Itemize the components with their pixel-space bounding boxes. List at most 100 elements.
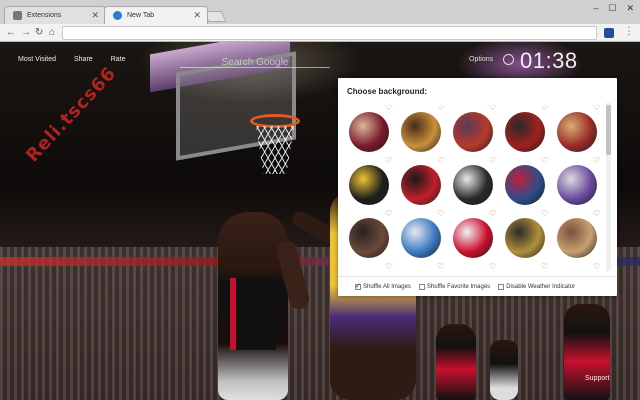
thumbnail-item[interactable]: ♡ <box>450 263 502 270</box>
thumbnail-item[interactable]: ♡ <box>502 105 554 153</box>
tab-label: Extensions <box>27 12 62 19</box>
watermark-text: Reli.tscs66 <box>22 62 121 167</box>
panel-title: Choose background: <box>347 87 428 96</box>
option-shuffle-all[interactable]: Shuffle All Images <box>355 282 411 290</box>
scrollbar-thumb[interactable] <box>606 105 611 155</box>
thumbnail-item[interactable]: ♡ <box>450 157 502 206</box>
checkbox-shuffle-favorite[interactable] <box>418 284 425 290</box>
reload-icon[interactable]: ↻ <box>35 27 43 39</box>
favorite-heart-icon[interactable]: ♡ <box>385 157 392 165</box>
thumbnail-item[interactable]: ♡ <box>398 263 450 270</box>
puzzle-icon <box>13 11 22 20</box>
top-nav: Most Visited Share Rate <box>18 56 125 63</box>
favorite-heart-icon[interactable]: ♡ <box>593 105 600 112</box>
thumbnail-item[interactable]: ♡ <box>346 210 398 259</box>
new-tab-page: Reli.tscs66 Most Visited Share Rate Opti… <box>0 42 640 400</box>
background-thumbnail[interactable] <box>453 112 493 152</box>
most-visited-link[interactable]: Most Visited <box>18 56 56 63</box>
thumbnail-item[interactable]: ♡ <box>398 157 450 206</box>
support-link[interactable]: Support <box>585 375 610 382</box>
tab-new-tab[interactable]: New Tab ✕ <box>104 6 208 24</box>
close-window-icon[interactable]: ✕ <box>626 3 634 14</box>
rate-link[interactable]: Rate <box>111 56 126 63</box>
favorite-heart-icon[interactable]: ♡ <box>489 210 496 218</box>
address-bar[interactable] <box>62 26 597 40</box>
close-tab-icon[interactable]: ✕ <box>193 10 201 21</box>
thumbnail-item[interactable]: ♡ <box>398 105 450 153</box>
browser-chrome: Extensions ✕ New Tab ✕ – ☐ ✕ ← → ↻ ⌂ ⋮ <box>0 0 640 42</box>
background-thumbnail[interactable] <box>349 165 389 205</box>
extension-icon[interactable] <box>604 28 614 38</box>
minimize-icon[interactable]: – <box>593 3 598 14</box>
background-thumbnail[interactable] <box>557 112 597 152</box>
thumbnail-item[interactable]: ♡ <box>554 210 606 259</box>
thumbnail-item[interactable]: ♡ <box>554 157 606 206</box>
share-link[interactable]: Share <box>74 56 93 63</box>
favorite-heart-icon[interactable]: ♡ <box>541 105 548 112</box>
favorite-heart-icon[interactable]: ♡ <box>593 210 600 218</box>
background-thumbnail[interactable] <box>401 218 441 258</box>
thumbnail-item[interactable]: ♡ <box>346 157 398 206</box>
favorite-heart-icon[interactable]: ♡ <box>541 157 548 165</box>
search-input[interactable] <box>180 55 330 70</box>
option-shuffle-favorite[interactable]: Shuffle Favorite Images <box>418 284 490 290</box>
favorite-heart-icon[interactable]: ♡ <box>437 263 444 270</box>
maximize-icon[interactable]: ☐ <box>608 3 616 14</box>
tab-label: New Tab <box>127 12 155 19</box>
thumbnail-item[interactable]: ♡ <box>450 210 502 259</box>
thumbnail-item[interactable]: ♡ <box>346 263 398 270</box>
background-chooser-panel: Choose background: ♡ ♡ ♡ ♡ ♡ ♡ ♡ ♡ ♡ ♡ ♡ ♡ ♡ ♡ ♡ ♡ ♡ ♡ ♡ ♡ <box>338 78 617 296</box>
option-disable-weather[interactable]: Disable Weather Indicator <box>498 284 575 290</box>
background-thumbnail[interactable] <box>453 218 493 258</box>
background-photo-rim <box>250 114 300 128</box>
option-label: Disable Weather Indicator <box>506 284 576 290</box>
favorite-heart-icon[interactable]: ♡ <box>541 263 548 270</box>
favorite-heart-icon[interactable]: ♡ <box>489 157 496 165</box>
favorite-heart-icon[interactable]: ♡ <box>489 263 496 270</box>
background-thumbnail[interactable] <box>401 112 441 152</box>
close-tab-icon[interactable]: ✕ <box>91 10 99 21</box>
favorite-heart-icon[interactable]: ♡ <box>437 157 444 165</box>
thumbnail-item[interactable]: ♡ <box>346 105 398 153</box>
favorite-heart-icon[interactable]: ♡ <box>385 263 392 270</box>
clock: 01:38 <box>520 48 578 73</box>
favorite-heart-icon[interactable]: ♡ <box>593 157 600 165</box>
favorite-heart-icon[interactable]: ♡ <box>385 105 392 112</box>
home-icon[interactable]: ⌂ <box>49 27 55 39</box>
favorite-heart-icon[interactable]: ♡ <box>437 210 444 218</box>
favorite-heart-icon[interactable]: ♡ <box>437 105 444 112</box>
favorite-heart-icon[interactable]: ♡ <box>385 210 392 218</box>
background-thumbnail[interactable] <box>505 165 545 205</box>
background-thumbnail[interactable] <box>453 165 493 205</box>
background-thumbnail[interactable] <box>505 112 545 152</box>
background-thumbnail[interactable] <box>401 165 441 205</box>
options-link[interactable]: Options <box>469 56 493 63</box>
background-thumbnail[interactable] <box>557 218 597 258</box>
background-thumbnail[interactable] <box>505 218 545 258</box>
favorite-heart-icon[interactable]: ♡ <box>489 105 496 112</box>
favorite-heart-icon[interactable]: ♡ <box>541 210 548 218</box>
option-label: Shuffle All Images <box>363 284 411 290</box>
panel-scrollbar[interactable] <box>606 103 611 271</box>
tab-extensions[interactable]: Extensions ✕ <box>4 6 106 24</box>
background-thumbnail[interactable] <box>557 165 597 205</box>
background-thumbnail[interactable] <box>349 112 389 152</box>
thumbnail-item[interactable]: ♡ <box>398 210 450 259</box>
search-box <box>180 52 330 70</box>
checkbox-disable-weather[interactable] <box>498 284 505 290</box>
thumbnail-item[interactable]: ♡ <box>554 263 606 270</box>
menu-icon[interactable]: ⋮ <box>624 26 634 37</box>
weather-icon[interactable] <box>503 54 514 65</box>
forward-icon[interactable]: → <box>21 27 31 39</box>
checkbox-shuffle-all[interactable] <box>355 282 361 290</box>
thumbnail-item[interactable]: ♡ <box>554 105 606 153</box>
thumbnail-item[interactable]: ♡ <box>502 263 554 270</box>
favorite-heart-icon[interactable]: ♡ <box>593 263 600 270</box>
background-thumbnail[interactable] <box>349 218 389 258</box>
thumbnail-item[interactable]: ♡ <box>502 157 554 206</box>
background-photo-player <box>564 304 610 400</box>
thumbnail-item[interactable]: ♡ <box>450 105 502 153</box>
back-icon[interactable]: ← <box>6 27 16 39</box>
thumbnail-item[interactable]: ♡ <box>502 210 554 259</box>
browser-toolbar: ← → ↻ ⌂ ⋮ <box>0 24 640 42</box>
